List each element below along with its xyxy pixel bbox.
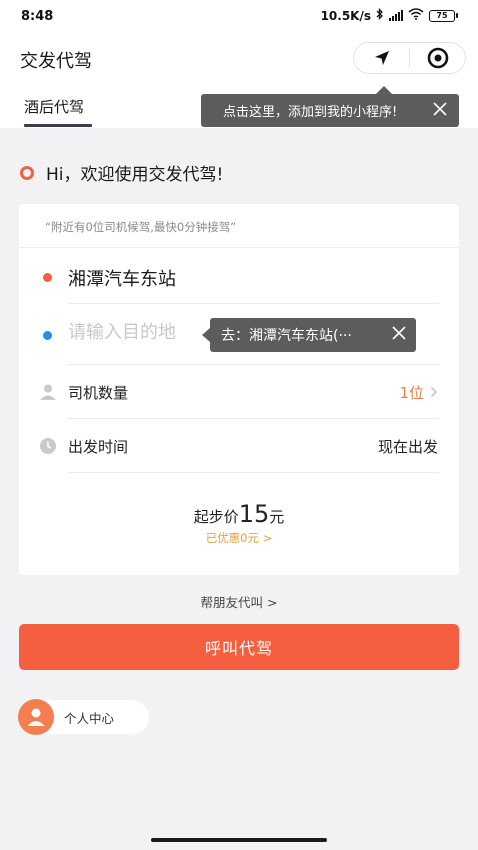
tooltip-arrow [376, 86, 392, 94]
driver-availability-hint: “附近有0位司机候驾,最快0分钟接驾” [45, 220, 237, 234]
bluetooth-icon [376, 7, 384, 23]
driver-count-label: 司机数量 [68, 384, 129, 402]
status-bar: 8:48 10.5K/s 75 [0, 0, 478, 36]
home-indicator [151, 838, 327, 842]
clock-icon [39, 437, 57, 459]
mini-program-capsule [353, 42, 466, 74]
order-card: “附近有0位司机候驾,最快0分钟接驾” 湘潭汽车东站 司机数量 1位 出发时间 … [19, 204, 459, 575]
price-unit: 元 [269, 508, 285, 526]
personal-center-button[interactable]: 个人中心 [18, 699, 149, 735]
origin-dot-icon [43, 273, 52, 282]
tab-drunk-driving[interactable]: 酒后代驾 [24, 96, 84, 117]
price-prefix: 起步价 [193, 508, 239, 526]
status-time: 8:48 [21, 9, 54, 24]
battery-icon: 75 [429, 9, 458, 22]
wifi-icon [408, 8, 424, 23]
tooltip-text: 点击这里，添加到我的小程序! [223, 105, 398, 120]
origin-field[interactable]: 湘潭汽车东站 [68, 265, 176, 291]
target-circle-icon[interactable] [410, 43, 465, 73]
add-mini-program-tooltip: 点击这里，添加到我的小程序! [201, 94, 459, 127]
tab-underline [24, 124, 92, 127]
greeting-text: Hi，欢迎使用交发代驾! [46, 165, 224, 185]
driver-count-value: 1位 [399, 384, 424, 402]
depart-time-value: 现在出发 [377, 438, 438, 456]
location-ring-icon [20, 165, 34, 180]
navigation-arrow-icon[interactable] [354, 43, 409, 73]
close-icon[interactable] [433, 102, 447, 120]
destination-suggestion-tooltip[interactable]: 去：湘潭汽车东站(··· [210, 318, 416, 352]
destination-input[interactable] [68, 322, 218, 343]
discount-link[interactable]: 已优惠0元 > [19, 530, 459, 546]
destination-dot-icon [43, 331, 52, 340]
price-amount: 15 [238, 500, 270, 528]
suggestion-text: 去：湘潭汽车东站(··· [221, 328, 352, 344]
close-icon[interactable] [392, 326, 406, 344]
personal-center-label: 个人中心 [64, 710, 115, 726]
price-estimate: 起步价15元 [19, 500, 459, 528]
chevron-right-icon [430, 384, 438, 402]
network-speed: 10.5K/s [320, 8, 371, 23]
driver-count-selector[interactable]: 1位 [399, 382, 438, 403]
call-driver-button[interactable]: 呼叫代驾 [19, 624, 459, 670]
greeting: Hi，欢迎使用交发代驾! [20, 160, 223, 185]
avatar-icon [18, 699, 54, 735]
depart-time-selector[interactable]: 现在出发 [378, 436, 438, 457]
call-for-friend-link[interactable]: 帮朋友代叫 > [0, 592, 478, 611]
depart-time-label: 出发时间 [68, 438, 129, 456]
person-icon [39, 383, 57, 405]
status-icons: 10.5K/s 75 [320, 7, 458, 23]
app-title: 交发代驾 [20, 51, 92, 72]
suggestion-tooltip-arrow [202, 328, 210, 342]
signal-icon [389, 10, 403, 21]
